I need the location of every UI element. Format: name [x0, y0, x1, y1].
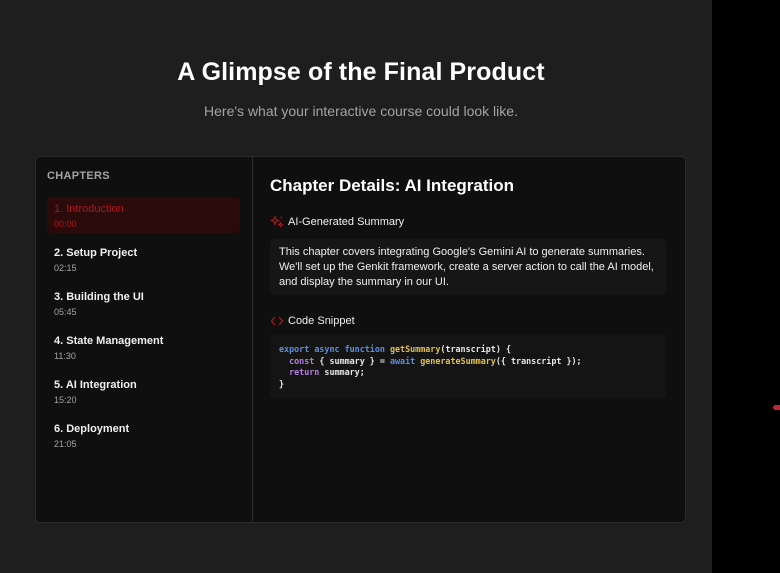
chapter-title: 4. State Management [54, 335, 164, 347]
chapter-time: 11:30 [54, 351, 76, 361]
code-token: return [289, 367, 320, 377]
chapter-item-state-management[interactable]: 4. State Management 11:30 [47, 329, 240, 365]
code-token: } [279, 378, 285, 389]
code-token: await [389, 355, 416, 366]
chapter-item-ai-integration[interactable]: 5. AI Integration 15:20 [47, 373, 240, 409]
right-edge-area [712, 0, 780, 573]
chapter-title: 5. AI Integration [54, 379, 137, 391]
page: A Glimpse of the Final Product Here's wh… [0, 0, 712, 573]
chapter-details-title: Chapter Details: AI Integration [270, 176, 515, 195]
code-token: function [344, 344, 385, 354]
chapter-time: 21:05 [54, 439, 77, 449]
chapter-title: 3. Building the UI [54, 291, 144, 303]
code-token: getSummary [389, 344, 441, 354]
chapter-time: 15:20 [54, 395, 77, 405]
chapter-time: 05:45 [54, 307, 77, 317]
summary-text: This chapter covers integrating Google's… [270, 239, 666, 295]
code-label: Code Snippet [288, 315, 355, 327]
edge-tab[interactable] [773, 405, 780, 410]
course-preview-panel: CHAPTERS 1. Introduction 00:00 2. Setup … [35, 156, 686, 523]
page-title: A Glimpse of the Final Product [177, 58, 545, 86]
page-subtitle: Here's what your interactive course coul… [204, 103, 518, 119]
code-token: { summary } = [314, 355, 390, 366]
chapter-item-building-the-ui[interactable]: 3. Building the UI 05:45 [47, 285, 240, 321]
chapter-title: 1. Introduction [54, 203, 124, 215]
code-snippet: export async function getSummary(transcr… [270, 334, 666, 398]
code-token: async [314, 344, 340, 354]
chapter-item-deployment[interactable]: 6. Deployment 21:05 [47, 417, 240, 453]
code-token: (transcript) { [440, 344, 511, 354]
chapters-sidebar: CHAPTERS 1. Introduction 00:00 2. Setup … [36, 157, 253, 522]
chapter-title: 2. Setup Project [54, 247, 138, 259]
code-icon [270, 314, 284, 328]
code-token: export [279, 344, 310, 354]
summary-section-label: AI-Generated Summary [270, 215, 404, 229]
chapter-item-setup-project[interactable]: 2. Setup Project 02:15 [47, 241, 240, 277]
code-section-label: Code Snippet [270, 314, 355, 328]
chapter-title: 6. Deployment [54, 423, 130, 435]
code-token: generateSummary [420, 355, 496, 366]
chapters-heading: CHAPTERS [47, 170, 110, 182]
code-token: const [289, 355, 315, 366]
chapter-time: 02:15 [54, 263, 77, 273]
chapter-details: Chapter Details: AI Integration AI-Gener… [253, 157, 685, 522]
chapter-item-introduction[interactable]: 1. Introduction 00:00 [47, 197, 240, 233]
summary-label: AI-Generated Summary [288, 216, 405, 228]
sparkles-icon [270, 215, 284, 229]
code-token: summary; [319, 367, 365, 377]
code-token: ({ transcript }); [495, 355, 582, 366]
chapter-time: 00:00 [54, 219, 77, 229]
